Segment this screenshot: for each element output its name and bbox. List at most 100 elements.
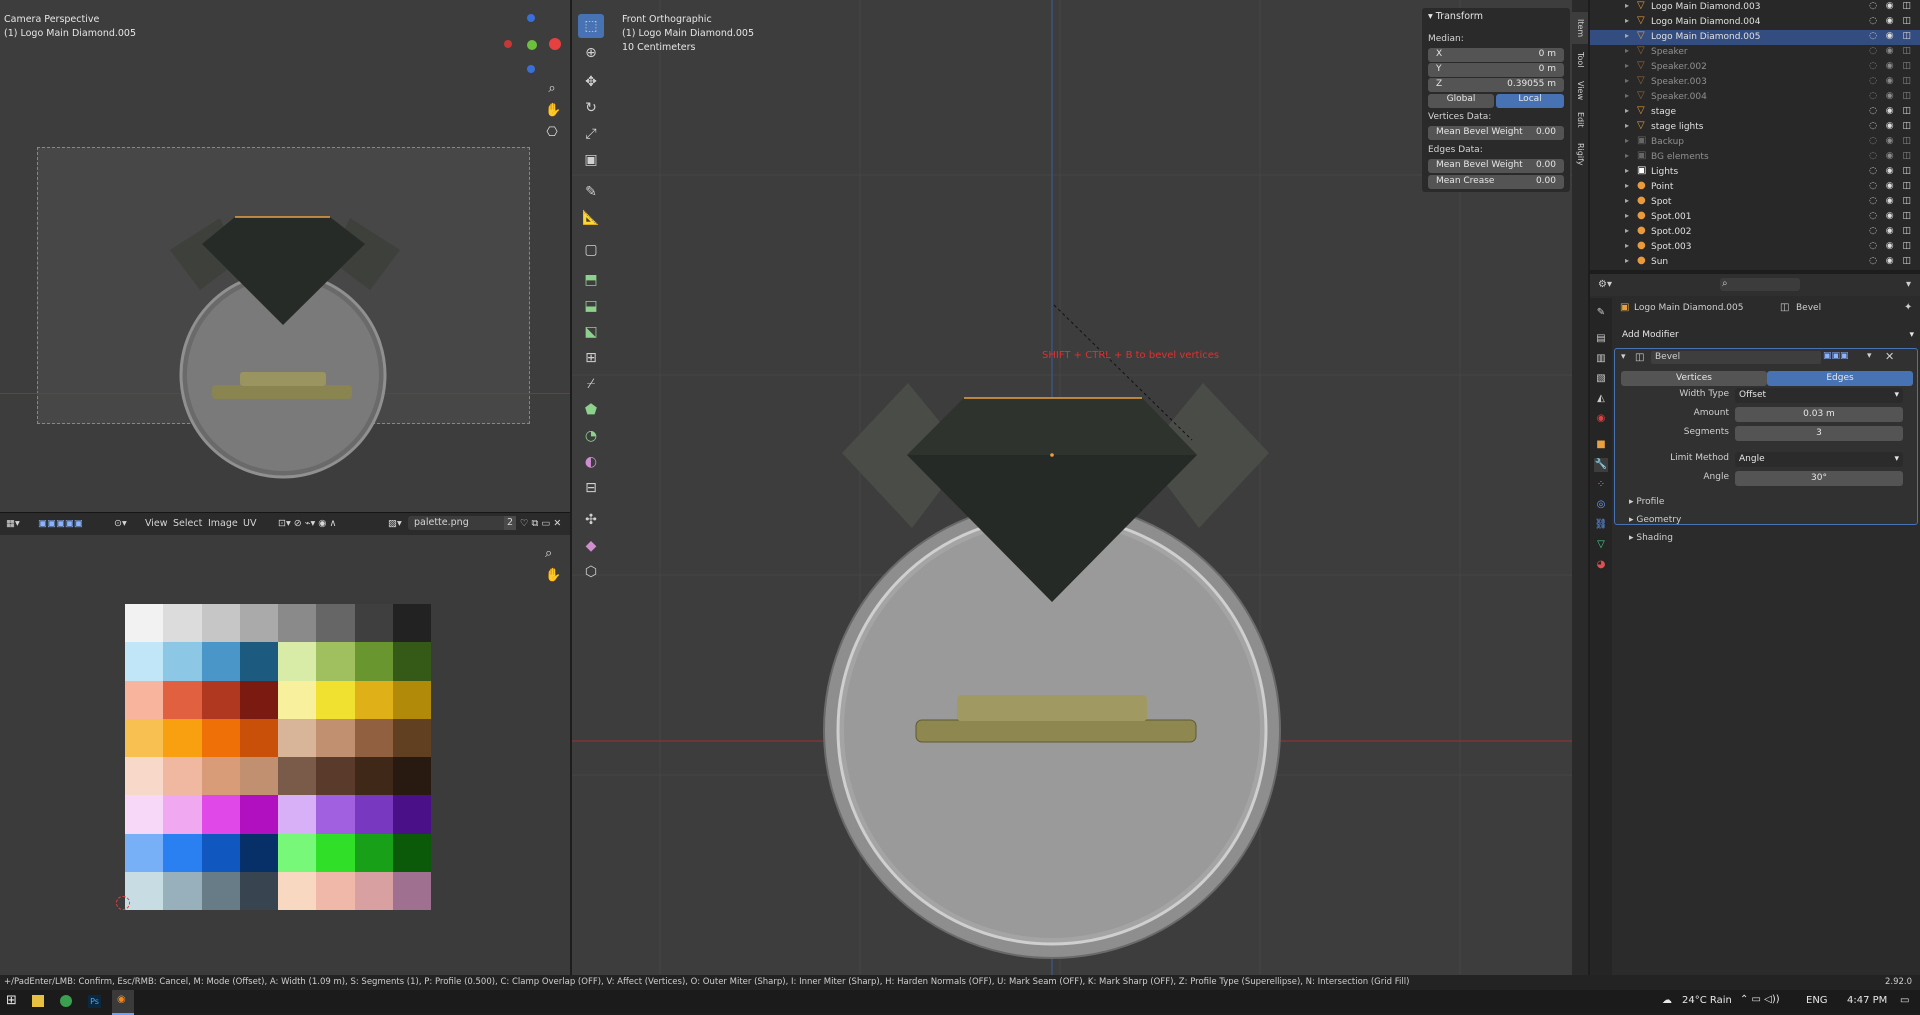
expand-icon[interactable]: ▸ <box>1625 211 1629 220</box>
blender-taskbar-item[interactable]: ◉ <box>112 990 134 1015</box>
loop-cut-tool-icon[interactable]: ⊞ <box>578 346 604 370</box>
material-tab-icon[interactable]: ◕ <box>1594 558 1608 572</box>
visibility-icons[interactable]: ◌ ◉ ◫ <box>1869 106 1914 116</box>
outliner-row[interactable]: ▸ ▽ Logo Main Diamond.005 ◌ ◉ ◫ <box>1590 30 1920 45</box>
outliner-row[interactable]: ▸ ▽ Speaker.004 ◌ ◉ ◫ <box>1590 90 1920 105</box>
tab-item[interactable]: Item <box>1572 12 1588 44</box>
edge-bevel-weight-field[interactable]: Mean Bevel Weight 0.00 <box>1428 159 1564 173</box>
pan-hand-icon[interactable]: ✋ <box>545 100 561 122</box>
vertex-bevel-weight-field[interactable]: Mean Bevel Weight 0.00 <box>1428 126 1564 140</box>
subpanel-shading[interactable]: ▸ Shading <box>1629 533 1673 543</box>
gizmo-z-axis[interactable] <box>527 14 535 22</box>
visibility-icons[interactable]: ◌ ◉ ◫ <box>1869 46 1914 56</box>
local-toggle[interactable]: Local <box>1496 94 1564 108</box>
outliner-row[interactable]: ▸ ▽ Speaker.002 ◌ ◉ ◫ <box>1590 60 1920 75</box>
outliner-row[interactable]: ▸ ▽ stage ◌ ◉ ◫ <box>1590 105 1920 120</box>
menu-image[interactable]: Image <box>208 518 238 529</box>
edge-crease-field[interactable]: Mean Crease 0.00 <box>1428 175 1564 189</box>
view-layer-tab-icon[interactable]: ▧ <box>1594 372 1608 386</box>
properties-options-icon[interactable]: ▾ <box>1906 279 1911 290</box>
expand-icon[interactable]: ▸ <box>1625 91 1629 100</box>
menu-view[interactable]: View <box>145 518 168 529</box>
outliner-row[interactable]: ▸ ▽ Speaker ◌ ◉ ◫ <box>1590 45 1920 60</box>
visibility-icons[interactable]: ◌ ◉ ◫ <box>1869 226 1914 236</box>
properties-editor-type-icon[interactable]: ⚙▾ <box>1598 279 1612 290</box>
2d-cursor-icon[interactable] <box>116 896 130 910</box>
tool-tab-icon[interactable]: ✎ <box>1594 306 1608 320</box>
median-y-field[interactable]: Y 0 m <box>1428 63 1564 77</box>
outliner[interactable]: ▸ ▽ Logo Main Diamond.003 ◌ ◉ ◫ ▸ ▽ Logo Main … <box>1590 0 1920 274</box>
outliner-row[interactable]: ▸ ● Sun ◌ ◉ ◫ <box>1590 255 1920 270</box>
output-tab-icon[interactable]: ▥ <box>1594 352 1608 366</box>
camera-nav-icons[interactable]: ⌕ ✋ ⎔ <box>545 78 561 144</box>
visibility-icons[interactable]: ◌ ◉ ◫ <box>1869 31 1914 41</box>
outliner-row[interactable]: ▸ ● Spot.003 ◌ ◉ ◫ <box>1590 240 1920 255</box>
pivot-icon[interactable]: ⊙▾ <box>114 518 127 529</box>
visibility-icons[interactable]: ◌ ◉ ◫ <box>1869 16 1914 26</box>
affect-vertices-button[interactable]: Vertices <box>1621 371 1767 386</box>
scene-tab-icon[interactable]: ◭ <box>1594 392 1608 406</box>
expand-icon[interactable]: ▸ <box>1625 166 1629 175</box>
visibility-icons[interactable]: ◌ ◉ ◫ <box>1869 76 1914 86</box>
tab-edit[interactable]: Edit <box>1572 106 1588 134</box>
world-tab-icon[interactable]: ◉ <box>1594 412 1608 426</box>
expand-icon[interactable]: ▸ <box>1625 136 1629 145</box>
camera-viewport[interactable]: Camera Perspective (1) Logo Main Diamond… <box>0 0 570 512</box>
global-toggle[interactable]: Global <box>1428 94 1494 108</box>
subpanel-profile[interactable]: ▸ Profile <box>1629 497 1664 507</box>
add-cube-tool-icon[interactable]: ▢ <box>578 238 604 262</box>
extrude-tool-icon[interactable]: ⬒ <box>578 268 604 292</box>
visibility-icons[interactable]: ◌ ◉ ◫ <box>1869 256 1914 266</box>
expand-icon[interactable]: ▸ <box>1625 46 1629 55</box>
outliner-row[interactable]: ▸ ▽ Logo Main Diamond.003 ◌ ◉ ◫ <box>1590 0 1920 15</box>
gizmo-neg-x-axis[interactable] <box>504 40 512 48</box>
modifier-visibility-icons[interactable]: ▣▣▣ <box>1823 351 1849 361</box>
modifier-tab-icon[interactable]: 🔧 <box>1594 458 1608 472</box>
constraints-tab-icon[interactable]: ⛓ <box>1594 518 1608 532</box>
shrink-fatten-tool-icon[interactable]: ✣ <box>578 508 604 532</box>
zoom-icon[interactable]: ⌕ <box>545 78 559 100</box>
expand-icon[interactable]: ▸ <box>1625 31 1629 40</box>
median-x-field[interactable]: X 0 m <box>1428 48 1564 62</box>
tab-view[interactable]: View <box>1572 76 1588 104</box>
smooth-tool-icon[interactable]: ◐ <box>578 450 604 474</box>
image-users-count[interactable]: 2 <box>504 516 516 530</box>
median-z-field[interactable]: Z 0.39055 m <box>1428 78 1564 92</box>
expand-icon[interactable]: ▸ <box>1625 16 1629 25</box>
modifier-menu-icon[interactable]: ▾ <box>1867 351 1872 361</box>
visibility-icons[interactable]: ◌ ◉ ◫ <box>1869 166 1914 176</box>
physics-tab-icon[interactable]: ◎ <box>1594 498 1608 512</box>
visibility-icons[interactable]: ◌ ◉ ◫ <box>1869 91 1914 101</box>
image-browse-icon[interactable]: ▨▾ <box>388 518 402 529</box>
zoom-icon[interactable]: ⌕ <box>545 543 561 565</box>
cursor-tool-icon[interactable]: ⊕ <box>578 41 604 65</box>
expand-icon[interactable]: ▸ <box>1625 106 1629 115</box>
tray-icons[interactable]: ⌃ ▭ ◁)) <box>1740 994 1780 1005</box>
subpanel-geometry[interactable]: ▸ Geometry <box>1629 515 1681 525</box>
expand-icon[interactable]: ▸ <box>1625 76 1629 85</box>
expand-icon[interactable]: ▸ <box>1625 181 1629 190</box>
rip-tool-icon[interactable]: ⬡ <box>578 560 604 584</box>
transform-tool-icon[interactable]: ▣ <box>578 148 604 172</box>
shear-tool-icon[interactable]: ◆ <box>578 534 604 558</box>
pan-hand-icon[interactable]: ✋ <box>545 565 561 587</box>
data-tab-icon[interactable]: ▽ <box>1594 538 1608 552</box>
object-tab-icon[interactable]: ■ <box>1594 438 1608 452</box>
weather-text[interactable]: 24°C Rain <box>1682 995 1732 1006</box>
visibility-icons[interactable]: ◌ ◉ ◫ <box>1869 1 1914 11</box>
visibility-icons[interactable]: ◌ ◉ ◫ <box>1869 241 1914 251</box>
outliner-row[interactable]: ▸ ▽ Speaker.003 ◌ ◉ ◫ <box>1590 75 1920 90</box>
chrome-icon[interactable] <box>60 995 72 1007</box>
expand-icon[interactable]: ▸ <box>1625 196 1629 205</box>
outliner-row[interactable]: ▸ ▣ Backup ◌ ◉ ◫ <box>1590 135 1920 150</box>
menu-select[interactable]: Select <box>173 518 202 529</box>
segments-field[interactable]: 3 <box>1735 426 1903 441</box>
modifier-name-field[interactable]: Bevel <box>1651 351 1821 364</box>
gizmo-x-axis[interactable] <box>549 38 561 50</box>
visibility-icons[interactable]: ◌ ◉ ◫ <box>1869 151 1914 161</box>
move-tool-icon[interactable]: ✥ <box>578 70 604 94</box>
visibility-icons[interactable]: ◌ ◉ ◫ <box>1869 121 1914 131</box>
snap-icons[interactable]: ⊡▾ ⊘ ⌁▾ ◉ ∧ <box>278 518 337 529</box>
outliner-row[interactable]: ▸ ▽ Logo Main Diamond.004 ◌ ◉ ◫ <box>1590 15 1920 30</box>
render-tab-icon[interactable]: ▤ <box>1594 332 1608 346</box>
